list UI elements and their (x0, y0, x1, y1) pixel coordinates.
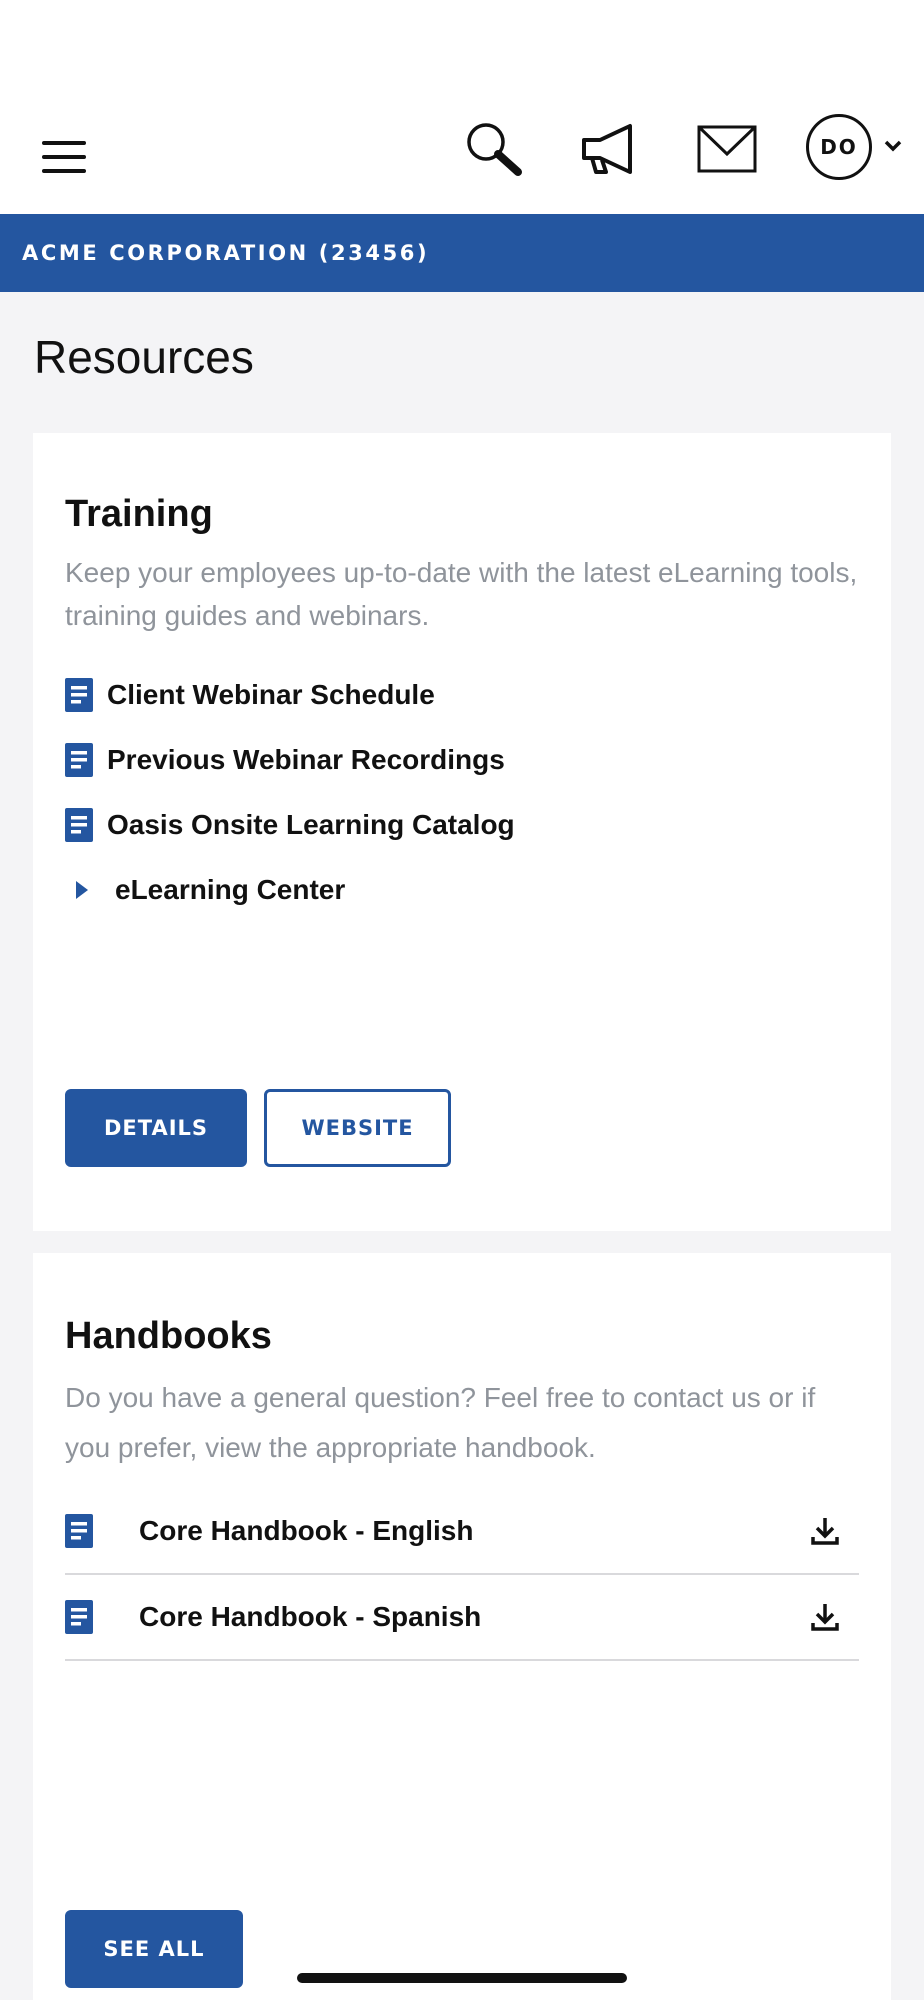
handbooks-title: Handbooks (65, 1315, 272, 1357)
download-icon[interactable] (809, 1601, 841, 1633)
mail-icon[interactable] (695, 118, 759, 182)
document-icon (65, 678, 93, 712)
training-card: Training Keep your employees up-to-date … (33, 433, 891, 1231)
link-label: Client Webinar Schedule (107, 679, 435, 710)
document-icon (65, 1514, 93, 1548)
training-title: Training (65, 493, 213, 535)
website-button[interactable]: WEBSITE (264, 1089, 451, 1167)
organization-bar: ACME CORPORATION (23456) (0, 214, 924, 292)
handbooks-description: Do you have a general question? Feel fre… (65, 1382, 816, 1463)
see-all-button[interactable]: SEE ALL (65, 1910, 243, 1988)
link-previous-webinar-recordings[interactable]: Previous Webinar Recordings (65, 736, 505, 784)
link-label: eLearning Center (115, 874, 346, 905)
link-oasis-onsite-learning-catalog[interactable]: Oasis Onsite Learning Catalog (65, 801, 515, 849)
top-app-bar: DO (0, 0, 924, 214)
megaphone-icon[interactable] (578, 118, 642, 182)
handbook-label: Core Handbook - Spanish (139, 1601, 482, 1632)
chevron-down-icon[interactable] (882, 138, 904, 154)
details-button[interactable]: DETAILS (65, 1089, 247, 1167)
handbook-row-english[interactable]: Core Handbook - English (65, 1489, 859, 1575)
download-icon[interactable] (809, 1515, 841, 1547)
link-elearning-center[interactable]: eLearning Center (65, 866, 345, 914)
home-indicator (297, 1973, 627, 1983)
caret-right-icon (76, 881, 88, 899)
user-menu[interactable]: DO (806, 114, 918, 186)
search-icon[interactable] (462, 118, 526, 182)
document-icon (65, 1600, 93, 1634)
link-label: Oasis Onsite Learning Catalog (107, 809, 515, 840)
training-description: Keep your employees up-to-date with the … (65, 557, 858, 631)
handbook-row-spanish[interactable]: Core Handbook - Spanish (65, 1575, 859, 1661)
organization-name: ACME CORPORATION (23456) (22, 241, 430, 265)
handbooks-card: Handbooks Do you have a general question… (33, 1253, 891, 2000)
document-icon (65, 808, 93, 842)
hamburger-menu-icon[interactable] (40, 137, 88, 177)
handbook-label: Core Handbook - English (139, 1515, 474, 1546)
page-title: Resources (34, 331, 254, 383)
link-label: Previous Webinar Recordings (107, 744, 505, 775)
document-icon (65, 743, 93, 777)
link-client-webinar-schedule[interactable]: Client Webinar Schedule (65, 671, 435, 719)
avatar[interactable]: DO (806, 114, 872, 180)
